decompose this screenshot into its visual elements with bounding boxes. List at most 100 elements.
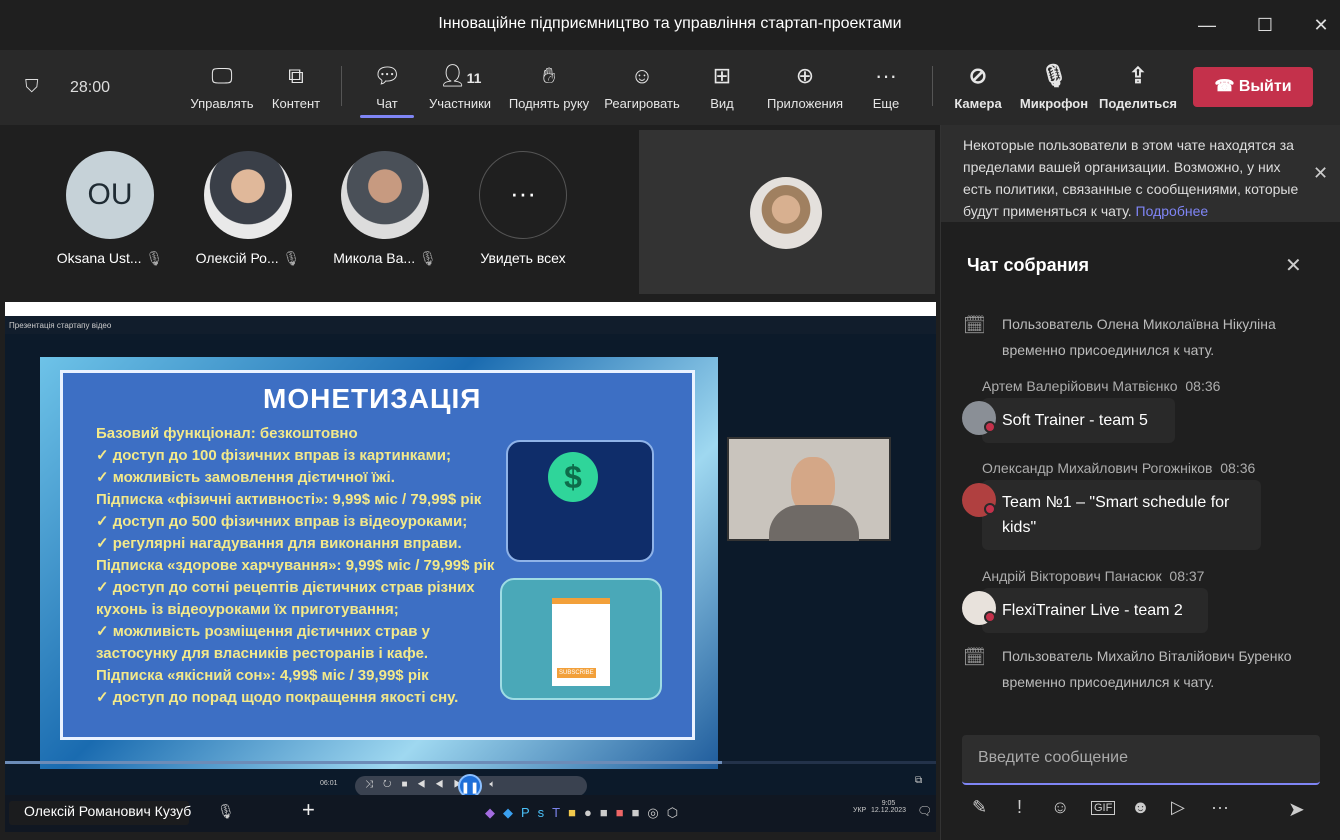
slide-line: кухонь із відеоуроками їх приготування;	[96, 601, 399, 618]
minimize-icon[interactable]: —	[1192, 10, 1222, 40]
message-sender: Артем Валерійович Матвієнко 08:36	[982, 378, 1221, 394]
slide-line: Базовий функціонал: безкоштовно	[96, 425, 358, 442]
avatar-initials[interactable]: OU	[66, 151, 154, 239]
divider	[341, 66, 342, 106]
system-message: Пользователь Олена Миколаївна Нікуліна в…	[1002, 316, 1276, 358]
loop-icon[interactable]: ▷	[1171, 797, 1185, 818]
chat-button[interactable]: 💬︎ Чат	[360, 60, 414, 118]
teams-icon[interactable]: T	[552, 805, 568, 820]
window-title: Інноваційне підприємництво та управління…	[438, 15, 902, 32]
app-icon[interactable]: ■	[568, 805, 584, 820]
participant-count: 11	[466, 70, 482, 86]
more-icon: ···	[875, 63, 897, 88]
chat-message[interactable]: Soft Trainer - team 5	[982, 398, 1175, 443]
view-button[interactable]: ⊞ Вид	[700, 60, 744, 111]
volume-icon[interactable]: 🔈︎	[489, 779, 505, 790]
app-icon[interactable]: ◎	[647, 805, 666, 820]
format-icon[interactable]: ✎	[972, 797, 987, 818]
app-icon[interactable]: ●	[584, 805, 600, 820]
vscode-icon[interactable]: ◆	[503, 805, 521, 820]
share-content-icon: ⧉	[288, 63, 304, 88]
message-sender: Андрій Вікторович Панасюк 08:37	[982, 568, 1205, 584]
see-all-button[interactable]: ···	[479, 151, 567, 239]
message-input[interactable]: Введите сообщение	[962, 735, 1320, 785]
share-button[interactable]: ⇪ Поделиться	[1098, 60, 1178, 111]
avatar[interactable]	[204, 151, 292, 239]
seek-bar[interactable]	[5, 761, 936, 764]
rewind-icon[interactable]: ◀◀	[417, 779, 453, 790]
repeat-icon[interactable]: ↻	[383, 779, 401, 790]
gif-icon[interactable]: GIF	[1091, 801, 1116, 815]
pause-icon: ❚❚	[460, 782, 480, 794]
shared-screen[interactable]: Презентація стартапу відео МОНЕТИЗАЦІЯ Б…	[5, 302, 936, 832]
shuffle-icon[interactable]: ⤨	[365, 779, 383, 790]
taskbar-apps[interactable]: ◆◆PsT■●■■■◎⬡	[485, 805, 686, 821]
content-button[interactable]: ⧉ Контент	[266, 60, 326, 111]
player-titlebar	[5, 302, 936, 316]
photoshop-icon[interactable]: Ps	[521, 805, 552, 820]
close-chat-icon[interactable]: ✕	[1285, 253, 1302, 278]
learn-more-link[interactable]: Подробнее	[1136, 203, 1209, 219]
close-icon[interactable]: ✕	[1306, 10, 1336, 40]
slide-text: Базовий функціонал: безкоштовно ✓ доступ …	[96, 423, 494, 709]
add-app-icon: ⊕	[795, 63, 815, 88]
calendar-add-icon: 🗓︎	[963, 315, 986, 335]
send-icon[interactable]: ➤	[1288, 797, 1305, 822]
mini-player-icon[interactable]: ⧉	[915, 775, 922, 786]
more-button[interactable]: ··· Еще	[866, 60, 906, 111]
mic-off-icon: 🎙︎	[145, 250, 164, 266]
chat-panel: Некоторые пользователи в этом чате наход…	[940, 125, 1340, 840]
leave-button[interactable]: ☎ Выйти	[1193, 67, 1313, 107]
active-tab-indicator	[360, 115, 414, 118]
close-banner-icon[interactable]: ✕	[1313, 163, 1328, 184]
webcam-overlay	[727, 437, 891, 541]
divider	[932, 66, 933, 106]
add-icon[interactable]: +	[302, 797, 315, 823]
player-window-title: Презентація стартапу відео	[5, 316, 936, 334]
sticker-icon[interactable]: ☻	[1131, 797, 1150, 818]
slide-line: ✓ доступ до порад щодо покращення якості…	[96, 689, 459, 706]
chat-message[interactable]: FlexiTrainer Live - team 2	[982, 588, 1208, 633]
slide-line: ✓ можливість замовлення дієтичної їжі.	[96, 469, 395, 486]
subscription-illustration: SUBSCRIBE	[500, 578, 662, 700]
participant-name: Oksana Ust... 🎙︎	[56, 250, 164, 266]
important-icon[interactable]: !	[1017, 797, 1022, 818]
smile-icon: ☺	[630, 63, 654, 88]
tray-clock[interactable]: 9:05 12.12.2023	[871, 800, 906, 814]
slide: МОНЕТИЗАЦІЯ Базовий функціонал: безкошто…	[40, 357, 718, 769]
language-indicator[interactable]: УКР	[853, 807, 866, 814]
presenter-body	[769, 505, 859, 541]
mic-off-icon: 🎙︎	[1040, 63, 1068, 88]
avatar[interactable]	[341, 151, 429, 239]
camera-button[interactable]: ⊘ Камера	[948, 60, 1008, 111]
people-icon: 👤︎	[438, 63, 467, 88]
chat-icon: 💬︎	[373, 63, 401, 88]
calendar-card: SUBSCRIBE	[552, 598, 610, 686]
stop-icon[interactable]: ■	[401, 779, 417, 790]
app-icon[interactable]: ■	[600, 805, 616, 820]
app-icon[interactable]: ■	[616, 805, 632, 820]
react-button[interactable]: ☺ Реагировать	[600, 60, 684, 111]
apps-button[interactable]: ⊕ Приложения	[762, 60, 848, 111]
video-tile[interactable]	[639, 130, 935, 294]
chat-title: Чат собрания	[967, 255, 1090, 275]
manage-button[interactable]: 🖵 Управлять	[188, 60, 256, 111]
seek-progress	[5, 761, 722, 764]
slide-line: ✓ доступ до 100 фізичних вправ із картин…	[96, 447, 451, 464]
raise-hand-button[interactable]: ✋︎ Поднять руку	[504, 60, 594, 111]
taskbar: Олексій Романович Кузуб 🎙︎ + ◆◆PsT■●■■■◎…	[5, 795, 936, 832]
visual-studio-icon[interactable]: ◆	[485, 805, 503, 820]
chat-message[interactable]: Team №1 – "Smart schedule for kids"	[982, 480, 1261, 550]
participants-button[interactable]: 👤︎11 Участники	[424, 60, 496, 111]
app-icon[interactable]: ■	[632, 805, 648, 820]
mic-button[interactable]: 🎙︎ Микрофон	[1016, 60, 1092, 111]
mic-off-icon: 🎙︎	[282, 250, 301, 266]
see-all-label[interactable]: Увидеть всех	[458, 250, 588, 266]
maximize-icon[interactable]: ☐	[1250, 10, 1280, 40]
app-icon[interactable]: ⬡	[667, 805, 686, 820]
notifications-icon[interactable]: 🗨︎	[917, 804, 932, 818]
raise-hand-icon: ✋︎	[542, 63, 556, 88]
more-icon[interactable]: ···	[1211, 797, 1229, 818]
emoji-icon[interactable]: ☺	[1051, 797, 1069, 818]
slide-title: МОНЕТИЗАЦІЯ	[263, 383, 482, 414]
